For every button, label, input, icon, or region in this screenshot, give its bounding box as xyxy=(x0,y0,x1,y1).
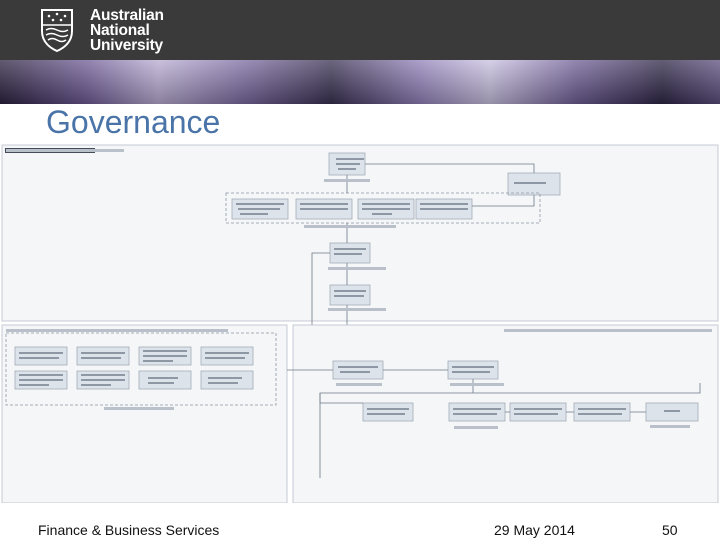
logo-line-2: National xyxy=(90,21,150,39)
footer-department: Finance & Business Services xyxy=(38,522,220,538)
header-bar: Australian National University xyxy=(0,0,720,60)
header-banner-image xyxy=(0,60,720,104)
governance-diagram-image xyxy=(1,144,719,503)
footer-page-number: 50 xyxy=(662,522,678,538)
slide-title: Governance xyxy=(46,104,221,140)
logo-line-3: University xyxy=(90,36,163,54)
footer-date: 29 May 2014 xyxy=(494,522,575,538)
university-logo: Australian National University xyxy=(36,6,164,54)
university-wordmark: Australian National University xyxy=(90,6,164,54)
logo-line-1: Australian xyxy=(90,6,164,24)
university-crest-icon xyxy=(41,9,73,53)
